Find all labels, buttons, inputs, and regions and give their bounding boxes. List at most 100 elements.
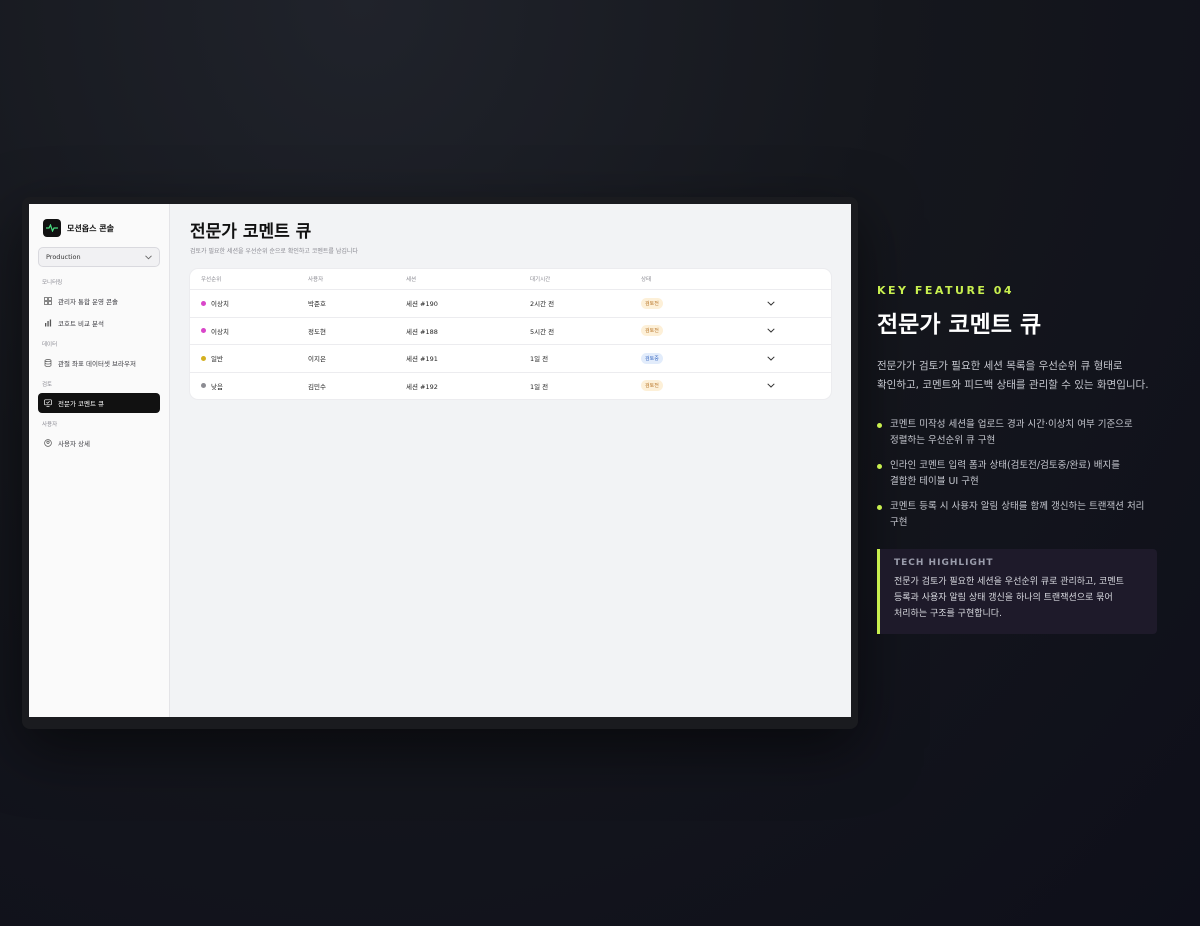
tech-line: 처리하는 구조를 구현합니다. [894, 609, 1002, 619]
status-badge: 검토전 [641, 380, 663, 392]
feature-description-line: 확인하고, 코멘트와 피드백 상태를 관리할 수 있는 화면입니다. [877, 379, 1149, 391]
status-badge: 검토전 [641, 325, 663, 337]
user-cell: 박준호 [308, 300, 326, 309]
priority-label: 이상치 [211, 300, 229, 309]
sidebar-item[interactable]: 전문가 코멘트 큐 [38, 393, 160, 413]
header-session: 세션 [406, 277, 417, 283]
chevron-down-icon [767, 301, 775, 306]
sidebar-item-label: 관리자 통합 운영 콘솔 [58, 298, 119, 306]
feature-kicker: KEY FEATURE 04 [877, 284, 1015, 297]
chevron-down-icon [767, 383, 775, 388]
environment-value: Production [46, 253, 81, 261]
feature-bullet-text: 코멘트 등록 시 사용자 알림 상태를 함께 갱신하는 트랜잭션 처리구현 [890, 499, 1144, 531]
status-cell: 검토전 [641, 380, 751, 392]
priority-dot [201, 383, 206, 389]
sidebar-nav: 모니터링 관리자 통합 운영 콘솔 코호트 비교 분석 데이터 관절 좌표 데이터셋 브… [38, 278, 160, 453]
priority-dot [201, 300, 206, 306]
feature-bullet: 코멘트 등록 시 사용자 알림 상태를 함께 갱신하는 트랜잭션 처리구현 [877, 499, 1157, 531]
priority-dot [201, 355, 206, 361]
wait-cell: 5시간 전 [530, 327, 555, 336]
feature-bullet-line: 코멘트 등록 시 사용자 알림 상태를 함께 갱신하는 트랜잭션 처리 [890, 501, 1145, 512]
sidebar-item[interactable]: 관절 좌표 데이터셋 브라우저 [38, 353, 160, 373]
feature-bullet-line: 인라인 코멘트 입력 폼과 상태(검토전/검토중/완료) 배지를 [890, 460, 1120, 471]
sidebar-item-label: 코호트 비교 분석 [58, 320, 104, 328]
feature-bullet: 인라인 코멘트 입력 폼과 상태(검토전/검토중/완료) 배지를결합한 테이블 … [877, 458, 1157, 490]
wait-cell: 1일 전 [530, 355, 549, 364]
user-circle-icon [44, 439, 52, 447]
status-badge: 검토중 [641, 352, 663, 364]
priority-label: 낮음 [211, 382, 223, 391]
tech-highlight: TECH HIGHLIGHT 전문가 검토가 필요한 세션을 우선순위 큐로 관… [877, 549, 1157, 634]
feature-title: 전문가 코멘트 큐 [877, 312, 1042, 338]
feature-description: 전문가가 검토가 필요한 세션 목록을 우선순위 큐 형태로 확인하고, 코멘트… [877, 357, 1157, 395]
sidebar-item-label: 사용자 상세 [58, 440, 90, 448]
wait-cell: 1일 전 [530, 382, 549, 391]
table-row[interactable]: 일반 이지은 세션 #191 1일 전 검토중 [190, 344, 831, 372]
bullet-dot-icon [877, 423, 882, 428]
user-cell: 김민수 [308, 382, 326, 391]
chevron-down-icon [767, 328, 775, 333]
sidebar-item-label: 전문가 코멘트 큐 [58, 400, 104, 408]
table-row[interactable]: 이상치 박준호 세션 #190 2시간 전 검토전 [190, 289, 831, 317]
tech-line: 전문가 검토가 필요한 세션을 우선순위 큐로 관리하고, 코멘트 [894, 577, 1124, 587]
sidebar-section-label: 데이터 [42, 342, 58, 348]
feature-bullets: 코멘트 미작성 세션을 업로드 경과 시간·이상치 여부 기준으로정렬하는 우선… [877, 417, 1157, 531]
header-priority: 우선순위 [201, 277, 222, 283]
brand[interactable]: 모션옵스 콘솔 [43, 219, 160, 237]
environment-select[interactable]: Production [38, 247, 160, 267]
app-screen: 모션옵스 콘솔 Production 모니터링 관리자 통합 운영 콘솔 코호트 비… [29, 204, 851, 717]
user-cell: 정도현 [308, 327, 326, 336]
sidebar-item[interactable]: 사용자 상세 [38, 433, 160, 453]
page-title: 전문가 코멘트 큐 [190, 222, 312, 242]
sidebar: 모션옵스 콘솔 Production 모니터링 관리자 통합 운영 콘솔 코호트 비… [29, 204, 170, 717]
page-subtitle: 검토가 필요한 세션을 우선순위 순으로 확인하고 코멘트를 남깁니다 [190, 248, 358, 255]
feature-panel: KEY FEATURE 04 전문가 코멘트 큐 전문가가 검토가 필요한 세션… [877, 284, 1157, 634]
table-row[interactable]: 낮음 김민수 세션 #192 1일 전 검토전 [190, 371, 831, 400]
brand-name: 모션옵스 콘솔 [67, 223, 114, 233]
session-cell: 세션 #190 [406, 300, 438, 309]
status-cell: 검토중 [641, 352, 751, 364]
bullet-dot-icon [877, 464, 882, 469]
sidebar-section-label: 검토 [42, 382, 53, 388]
sidebar-item[interactable]: 관리자 통합 운영 콘솔 [38, 291, 160, 311]
priority-cell: 낮음 [190, 381, 308, 391]
bar-chart-icon [44, 319, 52, 327]
feature-bullet-line: 결합한 테이블 UI 구현 [890, 476, 979, 487]
session-cell: 세션 #188 [406, 327, 438, 336]
status-cell: 검토전 [641, 325, 751, 337]
grid-icon [44, 297, 52, 305]
user-cell: 이지은 [308, 355, 326, 364]
comment-icon [44, 399, 52, 407]
feature-bullet-line: 구현 [890, 517, 908, 528]
feature-bullet-text: 인라인 코멘트 입력 폼과 상태(검토전/검토중/완료) 배지를결합한 테이블 … [890, 458, 1120, 490]
bullet-dot-icon [877, 505, 882, 510]
tech-line: 등록과 사용자 알림 상태 갱신을 하나의 트랜잭션으로 묶어 [894, 593, 1113, 603]
priority-label: 일반 [211, 355, 223, 364]
wait-cell: 2시간 전 [530, 300, 555, 309]
priority-label: 이상치 [211, 327, 229, 336]
main-content: 전문가 코멘트 큐 검토가 필요한 세션을 우선순위 순으로 확인하고 코멘트를… [170, 204, 851, 717]
expand-button[interactable] [751, 301, 791, 306]
pulse-logo-icon [43, 219, 61, 237]
chevron-down-icon [767, 356, 775, 361]
expand-button[interactable] [751, 328, 791, 333]
header-status: 상태 [641, 277, 652, 283]
tech-highlight-title: TECH HIGHLIGHT [894, 558, 994, 568]
tech-highlight-text: 전문가 검토가 필요한 세션을 우선순위 큐로 관리하고, 코멘트 등록과 사용… [894, 574, 1143, 622]
chevron-down-icon [145, 254, 152, 259]
sidebar-item[interactable]: 코호트 비교 분석 [38, 313, 160, 333]
status-cell: 검토전 [641, 297, 751, 309]
expand-button[interactable] [751, 356, 791, 361]
feature-bullet: 코멘트 미작성 세션을 업로드 경과 시간·이상치 여부 기준으로정렬하는 우선… [877, 417, 1157, 449]
expand-button[interactable] [751, 383, 791, 388]
feature-description-line: 전문가가 검토가 필요한 세션 목록을 우선순위 큐 형태로 [877, 360, 1123, 372]
sidebar-section-label: 사용자 [42, 422, 58, 428]
feature-bullet-line: 코멘트 미작성 세션을 업로드 경과 시간·이상치 여부 기준으로 [890, 419, 1133, 430]
status-badge: 검토전 [641, 297, 663, 309]
session-cell: 세션 #192 [406, 382, 438, 391]
priority-cell: 일반 [190, 353, 308, 363]
table-row[interactable]: 이상치 정도현 세션 #188 5시간 전 검토전 [190, 316, 831, 345]
priority-cell: 이상치 [190, 326, 308, 336]
feature-bullet-line: 정렬하는 우선순위 큐 구현 [890, 435, 996, 446]
header-user: 사용자 [308, 277, 324, 283]
